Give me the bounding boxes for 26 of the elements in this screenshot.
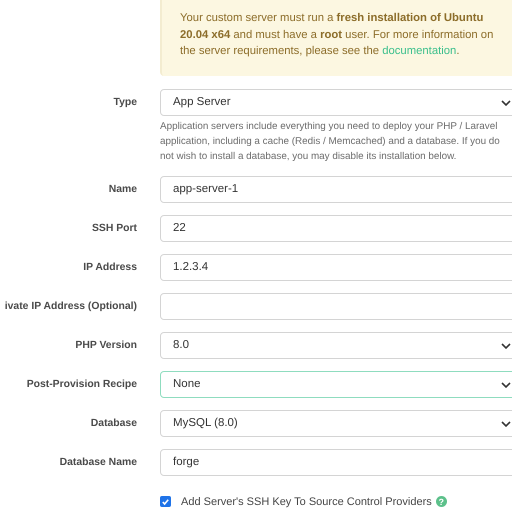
select-field[interactable]: App Server bbox=[160, 88, 512, 116]
input-field[interactable]: app-server-1 bbox=[160, 176, 512, 202]
input-field[interactable] bbox=[160, 292, 512, 320]
notice-text: Your custom server must run a fresh installation of Ubuntu 20.04 x64 and must have a root user. For more information on the server requirements, please see the documentation. bbox=[180, 11, 494, 59]
input-field[interactable]: forge bbox=[160, 448, 512, 476]
select-field[interactable]: 8.0 bbox=[160, 332, 512, 358]
field-label: Post-Provision Recipe bbox=[26, 378, 137, 390]
field-label: Type bbox=[112, 96, 137, 108]
field-label: Database bbox=[90, 418, 137, 428]
input-field[interactable]: 1.2.3.4 bbox=[160, 254, 512, 280]
select-field[interactable]: MySQL (8.0) bbox=[160, 410, 512, 436]
chevron-down-icon bbox=[501, 342, 511, 350]
field-label: PHP Version bbox=[74, 340, 137, 350]
field-label: Database Name bbox=[58, 456, 137, 468]
field-label: IP Address bbox=[82, 262, 137, 272]
help-text: Application servers include everything you need to deploy your PHP / Laravel application, including a cache (Redis / Memcached) and a database. If you do not wish to install a database, you may disable its installation below. bbox=[160, 120, 501, 164]
select-field[interactable]: None bbox=[160, 370, 512, 398]
input-field[interactable]: 22 bbox=[160, 214, 512, 242]
chevron-down-icon bbox=[501, 100, 511, 106]
field-label: ivate IP Address (Optional) bbox=[4, 300, 137, 312]
chevron-down-icon bbox=[501, 382, 511, 388]
field-label: SSH Port bbox=[90, 222, 137, 234]
checkbox-label: Add Server's SSH Key To Source Control Providers bbox=[181, 496, 432, 508]
chevron-down-icon bbox=[501, 420, 511, 428]
checkbox[interactable] bbox=[160, 496, 171, 507]
field-label: Name bbox=[108, 184, 137, 194]
